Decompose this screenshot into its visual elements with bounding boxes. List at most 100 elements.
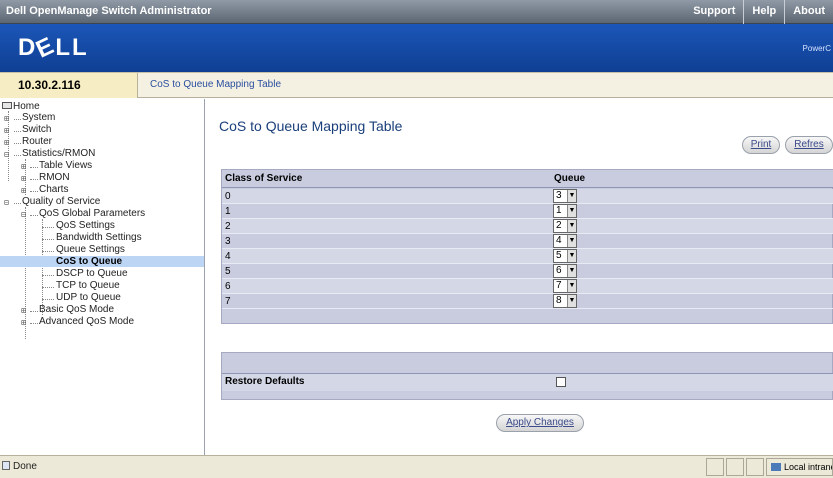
queue-select[interactable]: 3 ▼ <box>553 189 577 203</box>
nav-table-views[interactable]: Table Views <box>39 160 92 171</box>
expand-icon[interactable]: ⊞ <box>21 318 26 327</box>
expand-icon[interactable]: ⊞ <box>4 126 9 135</box>
page-icon <box>2 461 10 470</box>
dropdown-arrow-icon[interactable]: ▼ <box>567 250 576 262</box>
nav-tree: Home ⊞ System ⊞ Switch ⊞ Router ⊟ Statis… <box>0 99 205 455</box>
nav-cos-to-queue[interactable]: CoS to Queue <box>0 256 204 267</box>
collapse-icon[interactable]: ⊟ <box>4 198 9 207</box>
cos-value: 5 <box>225 266 231 277</box>
status-bar: Done Local intrane <box>0 455 833 478</box>
nav-qos-settings[interactable]: QoS Settings <box>56 220 115 231</box>
queue-select[interactable]: 5 ▼ <box>553 249 577 263</box>
nav-qos-global-parameters[interactable]: QoS Global Parameters <box>39 208 145 219</box>
queue-value: 1 <box>556 205 562 216</box>
status-pane <box>706 458 724 476</box>
status-text: Done <box>2 461 37 472</box>
page-title: CoS to Queue Mapping Table <box>219 118 403 134</box>
nav-udp-to-queue[interactable]: UDP to Queue <box>56 292 121 303</box>
dropdown-arrow-icon[interactable]: ▼ <box>567 205 576 217</box>
top-links: Support Help About <box>685 0 833 24</box>
breadcrumb: CoS to Queue Mapping Table <box>150 79 282 90</box>
title-bar: Dell OpenManage Switch Administrator Sup… <box>0 0 833 24</box>
nav-charts[interactable]: Charts <box>39 184 68 195</box>
queue-value: 2 <box>556 220 562 231</box>
queue-select[interactable]: 8 ▼ <box>553 294 577 308</box>
table-row: 1 1 ▼ <box>222 204 833 219</box>
help-link[interactable]: Help <box>743 0 784 24</box>
cos-value: 4 <box>225 251 231 262</box>
brand-product-text: PowerC <box>802 44 831 53</box>
support-link[interactable]: Support <box>685 0 743 24</box>
nav-bandwidth-settings[interactable]: Bandwidth Settings <box>56 232 142 243</box>
cos-value: 1 <box>225 206 231 217</box>
queue-select[interactable]: 1 ▼ <box>553 204 577 218</box>
queue-select[interactable]: 2 ▼ <box>553 219 577 233</box>
nav-system[interactable]: System <box>22 112 55 123</box>
table-row: 6 7 ▼ <box>222 279 833 294</box>
cos-value: 2 <box>225 221 231 232</box>
zone-icon <box>771 463 781 471</box>
nav-statistics[interactable]: Statistics/RMON <box>22 148 95 159</box>
cos-value: 0 <box>225 191 231 202</box>
nav-tcp-to-queue[interactable]: TCP to Queue <box>56 280 120 291</box>
main-content: CoS to Queue Mapping Table Print Refres … <box>206 99 833 455</box>
expand-icon[interactable]: ⊞ <box>4 114 9 123</box>
nav-queue-settings[interactable]: Queue Settings <box>56 244 125 255</box>
queue-value: 6 <box>556 265 562 276</box>
queue-value: 8 <box>556 295 562 306</box>
restore-defaults-row: Restore Defaults <box>222 373 833 391</box>
cos-value: 6 <box>225 281 231 292</box>
expand-icon[interactable]: ⊞ <box>21 306 26 315</box>
dropdown-arrow-icon[interactable]: ▼ <box>567 190 576 202</box>
collapse-icon[interactable]: ⊟ <box>21 210 26 219</box>
status-pane <box>726 458 744 476</box>
dropdown-arrow-icon[interactable]: ▼ <box>567 235 576 247</box>
queue-value: 7 <box>556 280 562 291</box>
queue-value: 4 <box>556 235 562 246</box>
queue-select[interactable]: 7 ▼ <box>553 279 577 293</box>
col-queue: Queue <box>554 173 586 184</box>
nav-advanced-qos-mode[interactable]: Advanced QoS Mode <box>39 316 134 327</box>
switch-ip: 10.30.2.116 <box>0 73 138 98</box>
refresh-button[interactable]: Refres <box>785 136 833 154</box>
dropdown-arrow-icon[interactable]: ▼ <box>567 265 576 277</box>
status-panes: Local intrane <box>704 458 833 476</box>
restore-defaults-checkbox[interactable] <box>556 377 566 387</box>
dropdown-arrow-icon[interactable]: ▼ <box>567 220 576 232</box>
table-header: Class of Service Queue <box>222 170 833 188</box>
address-bar: 10.30.2.116 CoS to Queue Mapping Table <box>0 72 833 98</box>
nav-quality-of-service[interactable]: Quality of Service <box>22 196 100 207</box>
collapse-icon[interactable]: ⊟ <box>4 150 9 159</box>
app-title: Dell OpenManage Switch Administrator <box>6 5 212 17</box>
queue-value: 3 <box>556 190 562 201</box>
status-pane <box>746 458 764 476</box>
cos-queue-table: Class of Service Queue 0 3 ▼ 1 1 ▼ 2 2 ▼ 3 4 ▼ 4 5 ▼ 5 6… <box>221 169 833 324</box>
brand-bar: DELL PowerC <box>0 24 833 72</box>
table-row: 5 6 ▼ <box>222 264 833 279</box>
table-row: 7 8 ▼ <box>222 294 833 309</box>
table-row: 4 5 ▼ <box>222 249 833 264</box>
col-class-of-service: Class of Service <box>225 173 303 184</box>
expand-icon[interactable]: ⊞ <box>21 174 26 183</box>
print-button[interactable]: Print <box>742 136 780 154</box>
about-link[interactable]: About <box>784 0 833 24</box>
queue-select[interactable]: 4 ▼ <box>553 234 577 248</box>
dropdown-arrow-icon[interactable]: ▼ <box>567 280 576 292</box>
nav-basic-qos-mode[interactable]: Basic QoS Mode <box>39 304 114 315</box>
queue-select[interactable]: 6 ▼ <box>553 264 577 278</box>
dell-logo: DELL <box>18 31 89 64</box>
nav-dscp-to-queue[interactable]: DSCP to Queue <box>56 268 128 279</box>
apply-changes-button[interactable]: Apply Changes <box>496 414 584 432</box>
expand-icon[interactable]: ⊞ <box>21 186 26 195</box>
home-icon <box>2 102 12 109</box>
nav-switch[interactable]: Switch <box>22 124 51 135</box>
dropdown-arrow-icon[interactable]: ▼ <box>567 295 576 307</box>
expand-icon[interactable]: ⊞ <box>21 162 26 171</box>
table-row: 2 2 ▼ <box>222 219 833 234</box>
nav-rmon[interactable]: RMON <box>39 172 70 183</box>
expand-icon[interactable]: ⊞ <box>4 138 9 147</box>
restore-defaults-panel: Restore Defaults <box>221 352 833 400</box>
restore-defaults-label: Restore Defaults <box>225 376 305 387</box>
nav-router[interactable]: Router <box>22 136 52 147</box>
security-zone: Local intrane <box>766 458 833 476</box>
